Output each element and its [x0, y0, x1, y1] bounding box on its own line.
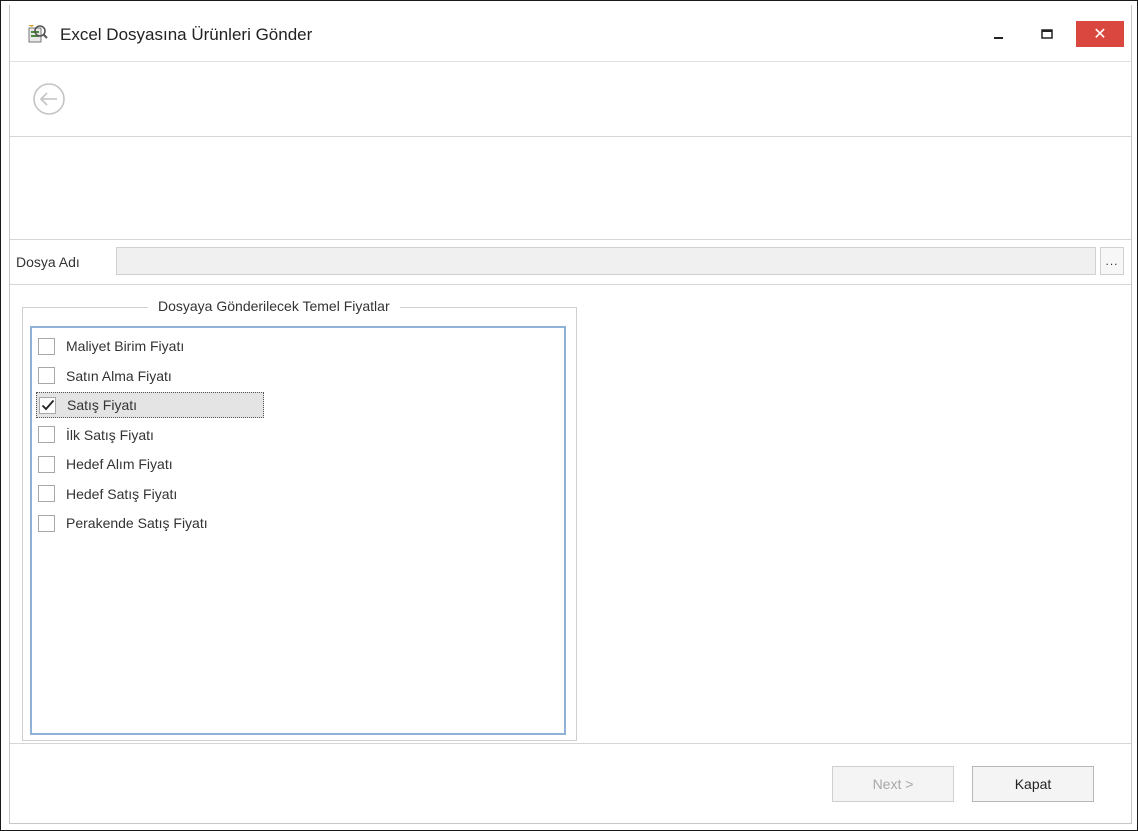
minimize-icon: [994, 37, 1003, 39]
dialog-window: Excel Dosyasına Ürünleri Gönder ✕ Dosya …: [0, 0, 1138, 831]
minimize-button[interactable]: [982, 21, 1016, 47]
groupbox-title: Dosyaya Gönderilecek Temel Fiyatlar: [148, 298, 400, 314]
close-icon: ✕: [1093, 26, 1107, 43]
price-list-item-label: İlk Satış Fiyatı: [66, 426, 154, 443]
dialog-footer: Next > Kapat: [10, 743, 1131, 824]
price-list-item[interactable]: Satış Fiyatı: [36, 392, 264, 418]
checkbox[interactable]: [38, 514, 55, 532]
price-list-item-label: Satın Alma Fiyatı: [66, 367, 172, 384]
close-window-button[interactable]: ✕: [1076, 21, 1124, 47]
next-button[interactable]: Next >: [832, 766, 954, 802]
price-list-item-label: Maliyet Birim Fiyatı: [66, 338, 185, 354]
price-groupbox: Dosyaya Gönderilecek Temel Fiyatlar Mali…: [22, 298, 577, 741]
price-list-item-label: Hedef Satış Fiyatı: [66, 485, 178, 502]
price-list-item-label: Hedef Alım Fiyatı: [66, 456, 173, 472]
checkbox[interactable]: [38, 337, 55, 355]
checkmark-icon: [41, 399, 54, 411]
window-title: Excel Dosyasına Ürünleri Gönder: [60, 25, 313, 44]
dialog-body: Excel Dosyasına Ürünleri Gönder ✕ Dosya …: [9, 5, 1132, 824]
price-list-item[interactable]: Hedef Alım Fiyatı: [36, 451, 173, 477]
price-list-item[interactable]: Maliyet Birim Fiyatı: [36, 333, 184, 359]
file-name-label: Dosya Adı: [16, 254, 80, 270]
checkbox[interactable]: [38, 426, 55, 443]
price-list-item[interactable]: Perakende Satış Fiyatı: [36, 510, 208, 536]
back-arrow-icon[interactable]: [30, 80, 68, 118]
checkbox[interactable]: [39, 396, 56, 414]
checkbox[interactable]: [38, 485, 55, 502]
price-list-item-label: Satış Fiyatı: [67, 397, 138, 413]
price-list-item[interactable]: Hedef Satış Fiyatı: [36, 481, 177, 507]
price-list-item[interactable]: İlk Satış Fiyatı: [36, 422, 154, 448]
wizard-toolbar: [10, 61, 1131, 137]
price-list-item[interactable]: Satın Alma Fiyatı: [36, 363, 172, 389]
close-button[interactable]: Kapat: [972, 766, 1094, 802]
price-list-item-label: Perakende Satış Fiyatı: [66, 515, 208, 531]
title-bar: Excel Dosyasına Ürünleri Gönder ✕: [10, 5, 1131, 61]
file-name-input[interactable]: [116, 247, 1096, 275]
checkbox[interactable]: [38, 455, 55, 473]
excel-export-icon: [28, 25, 48, 43]
checkbox[interactable]: [38, 367, 55, 384]
maximize-button[interactable]: [1030, 21, 1064, 47]
browse-button[interactable]: ...: [1100, 247, 1124, 275]
price-checklist[interactable]: Maliyet Birim Fiyatı Satın Alma Fiyatı Sat…: [30, 326, 566, 735]
maximize-icon: [1041, 29, 1053, 39]
file-name-row: Dosya Adı ...: [10, 239, 1131, 285]
